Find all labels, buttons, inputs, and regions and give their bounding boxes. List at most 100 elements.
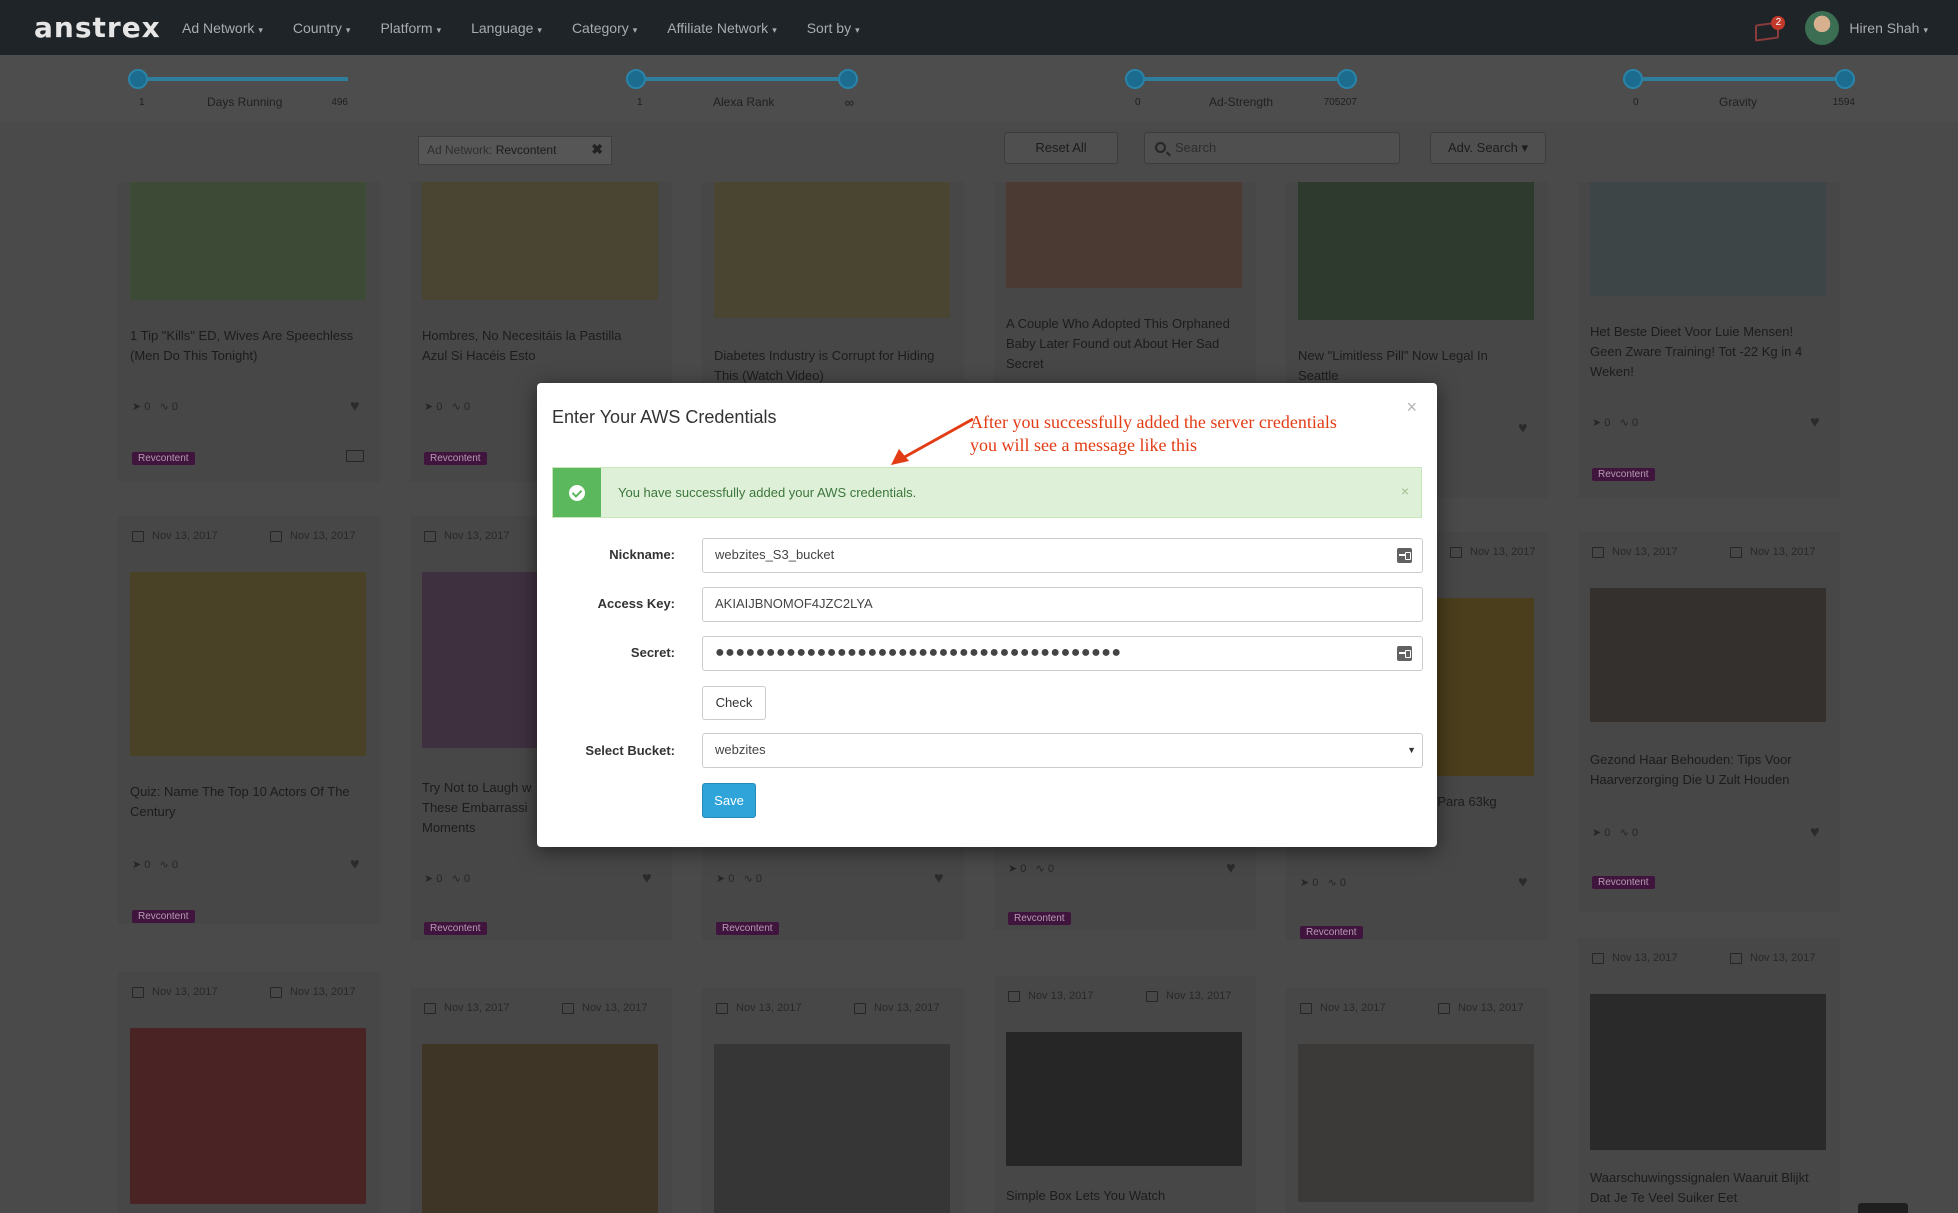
- slider-handle-max[interactable]: [1835, 69, 1855, 89]
- ad-card[interactable]: Nov 13, 2017 Nov 13, 2017: [1286, 988, 1548, 1213]
- user-menu[interactable]: Hiren Shah ▾: [1849, 20, 1928, 36]
- calendar-icon: [1300, 1002, 1312, 1014]
- slider-handle-min[interactable]: [1125, 69, 1145, 89]
- slider-handle-max[interactable]: [1337, 69, 1357, 89]
- ad-card[interactable]: A Couple Who Adopted This Orphaned Baby …: [994, 182, 1256, 382]
- app-logo[interactable]: anstrex: [34, 11, 182, 44]
- nickname-field[interactable]: webzites_S3_bucket: [702, 538, 1423, 573]
- chevron-down-icon: ▾: [1923, 24, 1928, 35]
- network-badge: Revcontent: [132, 452, 195, 465]
- network-badge: Revcontent: [1592, 876, 1655, 889]
- heart-icon[interactable]: ♥: [1518, 420, 1532, 437]
- heart-icon[interactable]: ♥: [350, 856, 364, 873]
- heart-icon[interactable]: ♥: [642, 870, 656, 887]
- network-badge: Revcontent: [424, 452, 487, 465]
- reset-all-button[interactable]: Reset All: [1004, 132, 1118, 164]
- days-running-slider[interactable]: 1 Days Running 496: [128, 69, 348, 109]
- nav-language[interactable]: Language ▾: [471, 20, 542, 36]
- ad-title: Try Not to Laugh w These Embarrassi Mome…: [422, 780, 532, 835]
- calendar-icon: [854, 1002, 866, 1014]
- ad-title: Hombres, No Necesitáis la Pastilla Azul …: [422, 328, 622, 363]
- ad-image: [714, 1044, 950, 1213]
- adv-search-button[interactable]: Adv. Search ▾: [1430, 132, 1546, 164]
- nav-country[interactable]: Country ▾: [293, 20, 351, 36]
- heart-icon[interactable]: ♥: [350, 398, 364, 415]
- ad-card[interactable]: ➤ 0 ∿ 0 ♥ Revcontent: [994, 844, 1256, 930]
- slider-handle-min[interactable]: [1623, 69, 1643, 89]
- select-bucket-label: Select Bucket:: [585, 743, 675, 758]
- ad-title: Het Beste Dieet Voor Luie Mensen! Geen Z…: [1590, 324, 1803, 379]
- check-circle-icon: [569, 484, 585, 501]
- remove-filter-icon[interactable]: ✖: [591, 141, 603, 158]
- ad-card[interactable]: Nov 13, 2017 Nov 13, 2017 Quiz: Name The…: [118, 516, 380, 924]
- ad-title: Quiz: Name The Top 10 Actors Of The Cent…: [130, 784, 350, 819]
- calendar-icon: [132, 530, 144, 542]
- filter-bar: Ad Network: Revcontent ✖ Reset All Searc…: [0, 122, 1958, 182]
- chevron-down-icon: ▾: [772, 24, 777, 35]
- alert-close-icon[interactable]: ×: [1401, 483, 1409, 499]
- nickname-label: Nickname:: [609, 547, 675, 562]
- ad-stats: ➤ 0 ∿ 0: [132, 401, 178, 413]
- ad-image: [1590, 994, 1826, 1150]
- help-tab[interactable]: [1858, 1203, 1908, 1213]
- network-badge: Revcontent: [1592, 468, 1655, 481]
- ad-card[interactable]: Nov 13, 2017 Nov 13, 2017: [702, 988, 964, 1213]
- secret-label: Secret:: [630, 645, 675, 660]
- save-button[interactable]: Save: [702, 783, 756, 818]
- ad-stats: ➤ 0 ∿ 0: [1592, 827, 1638, 839]
- calendar-icon: [1730, 546, 1742, 558]
- slider-handle-min[interactable]: [626, 69, 646, 89]
- calendar-icon: [1592, 546, 1604, 558]
- ad-card[interactable]: Nov 13, 2017 Nov 13, 2017 Simple Box Let…: [994, 976, 1256, 1213]
- top-navbar: anstrex Ad Network ▾ Country ▾ Platform ▾ L…: [0, 0, 1958, 55]
- ad-card[interactable]: Het Beste Dieet Voor Luie Mensen! Geen Z…: [1578, 182, 1840, 498]
- ad-title: Simple Box Lets You Watch: [1006, 1188, 1166, 1203]
- bucket-select[interactable]: webzites ▼: [702, 733, 1423, 768]
- ad-image: [1006, 1032, 1242, 1166]
- ad-title: Waarschuwingssignalen Waaruit Blijkt Dat…: [1590, 1170, 1809, 1205]
- ad-title: A Couple Who Adopted This Orphaned Baby …: [1006, 316, 1230, 371]
- avatar[interactable]: [1805, 10, 1840, 45]
- key-icon[interactable]: [1397, 646, 1412, 661]
- access-key-field[interactable]: AKIAIJBNOMOF4JZC2LYA: [702, 587, 1423, 622]
- chevron-down-icon: ▾: [436, 24, 442, 35]
- ad-image: [714, 182, 950, 318]
- check-button[interactable]: Check: [702, 686, 766, 720]
- active-filter-tag: Ad Network: Revcontent ✖: [418, 136, 612, 165]
- ad-stats: ➤ 0 ∿ 0: [132, 859, 178, 871]
- heart-icon[interactable]: ♥: [1810, 824, 1824, 841]
- nav-sort-by[interactable]: Sort by ▾: [807, 20, 860, 36]
- nav-affiliate-network[interactable]: Affiliate Network ▾: [667, 20, 776, 36]
- ad-card[interactable]: Nov 13, 2017 Nov 13, 2017: [118, 972, 380, 1213]
- search-input[interactable]: Search: [1144, 132, 1400, 164]
- notifications-button[interactable]: 2: [1753, 13, 1786, 43]
- heart-icon[interactable]: ♥: [1518, 874, 1532, 891]
- ad-card[interactable]: Diabetes Industry is Corrupt for Hiding …: [702, 182, 964, 383]
- ad-strength-slider[interactable]: 0 Ad-Strength 705207: [1125, 69, 1357, 109]
- ad-card[interactable]: Nov 13, 2017 Nov 13, 2017: [410, 988, 672, 1213]
- chevron-down-icon: ▾: [345, 24, 351, 35]
- slider-handle-min[interactable]: [128, 69, 148, 89]
- heart-icon[interactable]: ♥: [934, 870, 948, 887]
- secret-field[interactable]: ●●●●●●●●●●●●●●●●●●●●●●●●●●●●●●●●●●●●●●●●: [702, 636, 1423, 671]
- calendar-icon: [132, 986, 144, 998]
- ad-card[interactable]: Nov 13, 2017 Nov 13, 2017 Waarschuwingss…: [1578, 938, 1840, 1213]
- heart-icon[interactable]: ♥: [1810, 414, 1824, 431]
- ad-card[interactable]: 1 Tip "Kills" ED, Wives Are Speechless (…: [118, 182, 380, 482]
- ad-card[interactable]: Nov 13, 2017 Nov 13, 2017 Gezond Haar Be…: [1578, 532, 1840, 912]
- gravity-slider[interactable]: 0 Gravity 1594: [1623, 69, 1855, 109]
- slider-handle-max[interactable]: [838, 69, 858, 89]
- network-badge: Revcontent: [1008, 912, 1071, 925]
- calendar-icon: [424, 530, 436, 542]
- success-alert: You have successfully added your AWS cre…: [552, 467, 1422, 518]
- heart-icon[interactable]: ♥: [1226, 860, 1240, 877]
- alexa-rank-slider[interactable]: 1 Alexa Rank ∞: [626, 69, 858, 110]
- close-icon[interactable]: ×: [1406, 397, 1417, 418]
- key-icon[interactable]: [1397, 548, 1412, 563]
- nav-ad-network[interactable]: Ad Network ▾: [182, 20, 263, 36]
- network-badge: Revcontent: [716, 922, 779, 935]
- search-icon: [1155, 142, 1166, 153]
- nav-platform[interactable]: Platform ▾: [380, 20, 441, 36]
- nav-category[interactable]: Category ▾: [572, 20, 637, 36]
- ad-card[interactable]: ➤ 0 ∿ 0 ♥ Revcontent: [702, 844, 964, 940]
